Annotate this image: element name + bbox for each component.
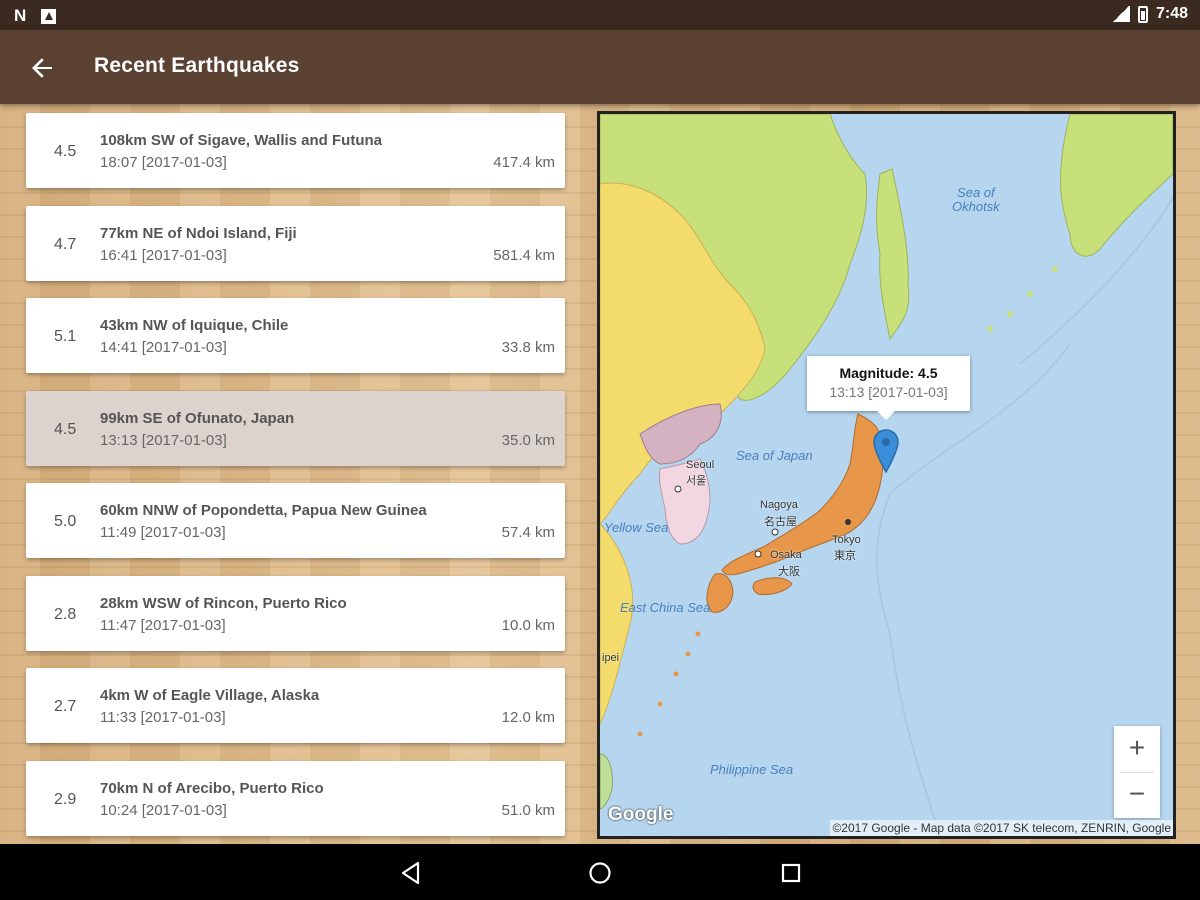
earthquake-list-item[interactable]: 2.7 4km W of Eagle Village, Alaska 11:33 [… bbox=[26, 668, 565, 743]
earthquake-time: 11:47 [2017-01-03] bbox=[100, 616, 226, 634]
earthquake-distance: 33.8 km bbox=[501, 339, 555, 356]
earthquake-magnitude: 2.7 bbox=[54, 698, 77, 715]
earthquake-time: 14:41 [2017-01-03] bbox=[100, 339, 227, 356]
map-label-philippine-sea: Philippine Sea bbox=[710, 762, 794, 777]
earthquake-distance: 57.4 km bbox=[501, 524, 555, 541]
earthquake-time: 16:41 [2017-01-03] bbox=[100, 246, 227, 264]
map-label-osaka-local: 大阪 bbox=[778, 566, 800, 578]
earthquake-time: 11:33 [2017-01-03] bbox=[100, 709, 226, 726]
earthquake-magnitude: 5.1 bbox=[54, 328, 77, 345]
earthquake-magnitude: 4.5 bbox=[54, 420, 77, 438]
earthquake-list-item[interactable]: 4.7 77km NE of Ndoi Island, Fiji 16:41 [20… bbox=[26, 205, 565, 281]
earthquake-place: 108km SW of Sigave, Wallis and Futuna bbox=[100, 132, 383, 149]
earthquake-place: 4km W of Eagle Village, Alaska bbox=[100, 687, 320, 704]
earthquake-place: 77km NE of Ndoi Island, Fiji bbox=[100, 224, 297, 242]
earthquake-place: 43km NW of Iquique, Chile bbox=[100, 317, 289, 334]
nav-recents-icon[interactable] bbox=[778, 860, 804, 886]
earthquake-list-item[interactable]: 4.5 108km SW of Sigave, Wallis and Futuna… bbox=[26, 113, 565, 188]
marker-info-window[interactable]: Magnitude: 4.5 13:13 [2017-01-03] bbox=[807, 356, 970, 420]
earthquake-time: 11:49 [2017-01-03] bbox=[100, 524, 226, 541]
earthquake-list-item[interactable]: 4.5 99km SE of Ofunato, Japan 13:13 [2017-… bbox=[26, 390, 565, 466]
content-area: 4.5 108km SW of Sigave, Wallis and Futuna… bbox=[0, 104, 1200, 844]
earthquake-time: 18:07 [2017-01-03] bbox=[100, 154, 227, 171]
earthquake-magnitude: 4.5 bbox=[54, 143, 77, 160]
signal-icon bbox=[1111, 6, 1130, 22]
google-logo[interactable]: Google bbox=[608, 804, 673, 826]
earthquake-list-item[interactable]: 2.9 70km N of Arecibo, Puerto Rico 10:24 [… bbox=[26, 760, 565, 836]
map-label-osaka: Osaka bbox=[770, 549, 802, 561]
map-label-sea-of-okhotsk: Sea of Okhotsk bbox=[952, 185, 1000, 214]
earthquake-time: 13:13 [2017-01-03] bbox=[100, 431, 227, 449]
earthquake-time: 10:24 [2017-01-03] bbox=[100, 801, 227, 819]
info-window-title: Magnitude: 4.5 bbox=[839, 365, 938, 381]
zoom-controls: + − bbox=[1114, 726, 1160, 818]
n-notification-icon: N bbox=[14, 6, 26, 25]
battery-icon bbox=[1137, 5, 1148, 23]
map-label-nagoya: Nagoya bbox=[760, 499, 798, 511]
map-label-seoul-local: 서울 bbox=[686, 475, 707, 487]
earthquake-place: 60km NNW of Popondetta, Papua New Guinea bbox=[100, 502, 427, 519]
earthquake-distance: 10.0 km bbox=[501, 616, 555, 634]
earthquake-distance: 35.0 km bbox=[501, 431, 555, 449]
arrow-left-icon[interactable] bbox=[22, 48, 62, 88]
earthquake-distance: 581.4 km bbox=[493, 246, 555, 264]
zoom-in-button[interactable]: + bbox=[1114, 726, 1160, 772]
map-marker-icon[interactable] bbox=[872, 428, 900, 474]
earthquake-distance: 51.0 km bbox=[501, 801, 555, 819]
app-bar: Recent Earthquakes bbox=[0, 30, 1200, 104]
earthquake-magnitude: 2.9 bbox=[54, 790, 77, 808]
earthquake-list: 4.5 108km SW of Sigave, Wallis and Futuna… bbox=[26, 113, 565, 853]
map-label-seoul: Seoul bbox=[686, 459, 715, 471]
map-label-tokyo: Tokyo bbox=[832, 534, 861, 546]
info-window-time: 13:13 [2017-01-03] bbox=[829, 384, 948, 400]
map-label-east-china-sea: East China Sea bbox=[620, 600, 711, 615]
map-label-yellow-sea: Yellow Sea bbox=[604, 520, 669, 535]
map-label-taipei: ipei bbox=[602, 652, 620, 664]
earthquake-magnitude: 5.0 bbox=[54, 513, 77, 530]
nav-home-icon[interactable] bbox=[587, 860, 613, 886]
image-notification-icon bbox=[41, 8, 57, 24]
earthquake-magnitude: 2.8 bbox=[54, 605, 77, 623]
earthquake-distance: 12.0 km bbox=[501, 709, 555, 726]
zoom-divider bbox=[1120, 772, 1154, 773]
map-view[interactable]: Sea of Okhotsk Sea of Japan Yellow Sea E… bbox=[597, 111, 1176, 839]
earthquake-place: 99km SE of Ofunato, Japan bbox=[100, 409, 295, 427]
earthquake-magnitude: 4.7 bbox=[54, 235, 77, 253]
earthquake-distance: 417.4 km bbox=[493, 154, 555, 171]
map-label-tokyo-local: 東京 bbox=[834, 550, 856, 562]
earthquake-list-item[interactable]: 2.8 28km WSW of Rincon, Puerto Rico 11:47 … bbox=[26, 575, 565, 651]
navigation-bar bbox=[0, 844, 1200, 900]
earthquake-list-item[interactable]: 5.0 60km NNW of Popondetta, Papua New Gui… bbox=[26, 483, 565, 558]
page-title: Recent Earthquakes bbox=[94, 54, 300, 77]
status-time: 7:48 bbox=[1155, 5, 1188, 22]
earthquake-place: 28km WSW of Rincon, Puerto Rico bbox=[100, 594, 347, 612]
map-label-sea-of-japan: Sea of Japan bbox=[736, 448, 813, 463]
earthquake-list-item[interactable]: 5.1 43km NW of Iquique, Chile 14:41 [2017-… bbox=[26, 298, 565, 373]
nav-back-icon[interactable] bbox=[398, 860, 424, 886]
map-attribution[interactable]: ©2017 Google - Map data ©2017 SK telecom… bbox=[830, 820, 1173, 836]
status-bar: N 7:48 bbox=[0, 0, 1200, 30]
zoom-out-button[interactable]: − bbox=[1114, 772, 1160, 818]
earthquake-place: 70km N of Arecibo, Puerto Rico bbox=[100, 779, 324, 797]
map-label-nagoya-local: 名古屋 bbox=[764, 516, 797, 528]
